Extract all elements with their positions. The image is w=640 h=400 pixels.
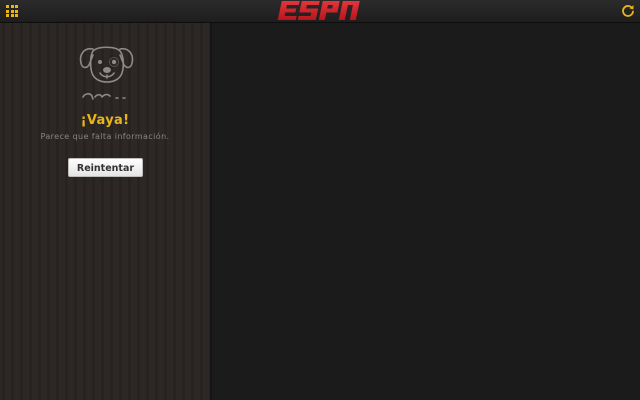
espn-logo[interactable] <box>276 0 366 21</box>
refresh-icon[interactable] <box>621 4 635 18</box>
retry-button[interactable]: Reintentar <box>68 158 143 177</box>
main-content <box>212 23 640 400</box>
dog-icon <box>79 46 134 100</box>
error-heading: ¡Vaya! <box>80 113 130 128</box>
sidebar: ¡Vaya! Parece que falta información. Rei… <box>0 23 212 400</box>
app-window: ¡Vaya! Parece que falta información. Rei… <box>0 0 640 400</box>
grid-icon[interactable] <box>6 5 18 17</box>
top-bar <box>0 0 640 23</box>
error-message: Parece que falta información. <box>40 132 170 141</box>
